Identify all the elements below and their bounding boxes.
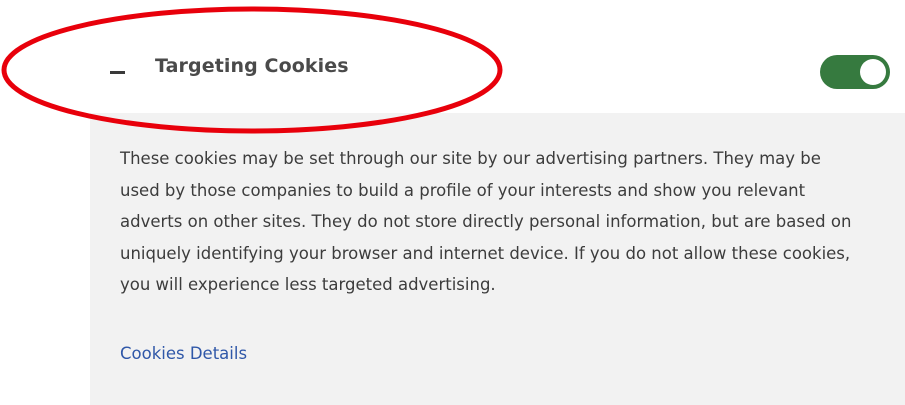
annotation-ellipse [1,6,503,134]
cookie-preferences-page: Targeting Cookies These cookies may be s… [0,0,905,405]
